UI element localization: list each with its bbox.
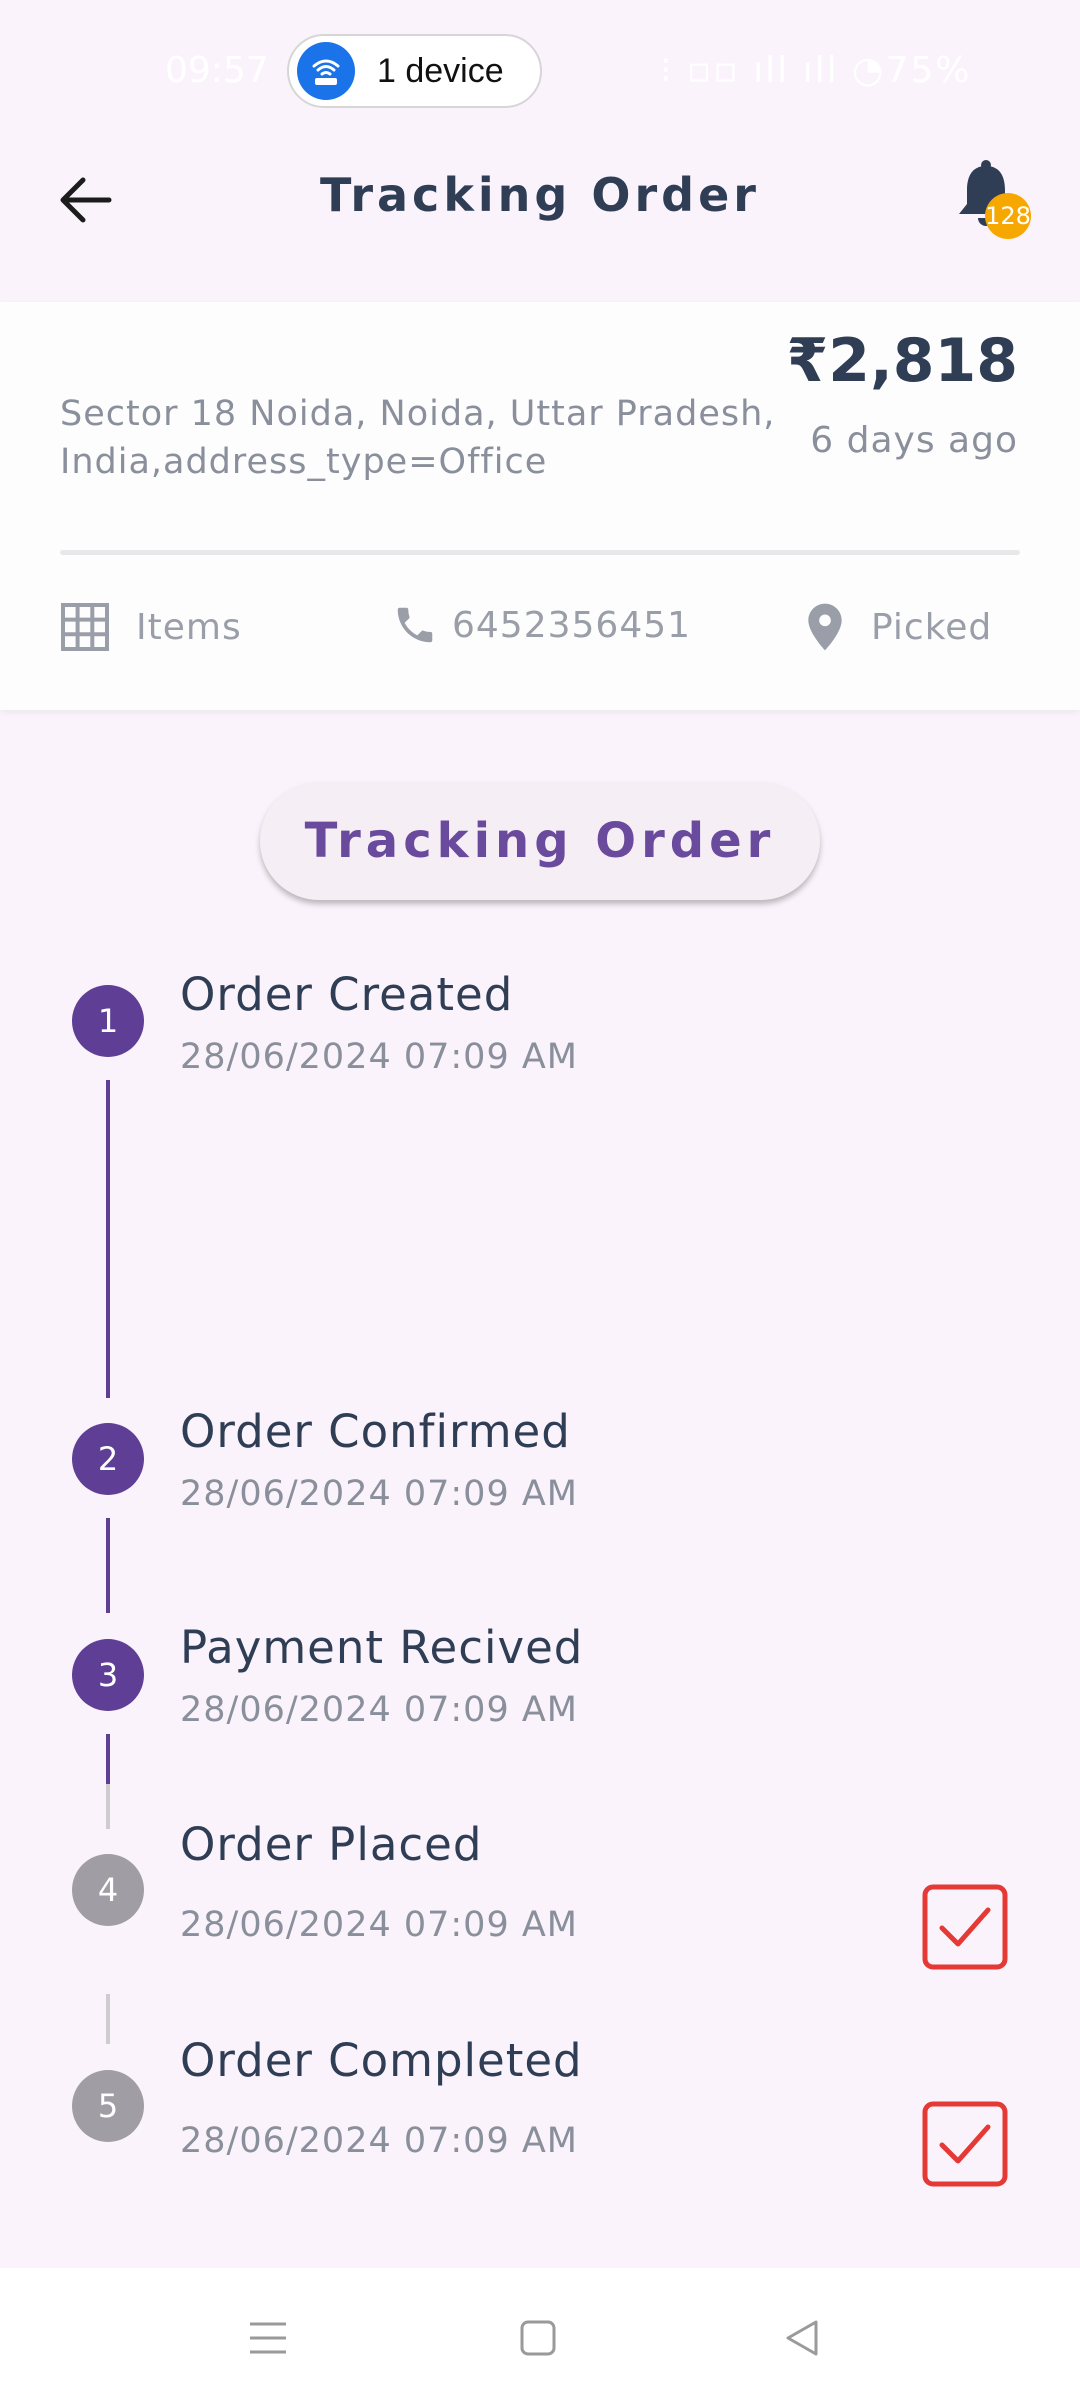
delivery-address: Sector 18 Noida, Noida, Uttar Pradesh, I… [60,394,776,482]
step-number-badge: 2 [72,1423,144,1495]
location-pin-icon [808,603,842,651]
device-pill-label: 1 device [377,51,504,90]
step-number-badge: 3 [72,1639,144,1711]
checkbox-checked-icon [922,1884,1008,1970]
timeline-connector [106,1734,110,1784]
checkbox-checked-icon [922,2101,1008,2187]
step-date: 28/06/2024 07:09 AM [180,1474,578,1514]
status-bar: 09:57 ⁝ ▫▫ ıll ıll ◔75% 1 device [0,0,1080,140]
status-indicators: ⁝ ▫▫ ıll ıll ◔75% [660,50,972,91]
step-checkbox[interactable] [922,1884,1008,1970]
back-nav-button[interactable] [772,2308,832,2368]
notification-count-badge: 128 [985,193,1031,239]
step-checkbox[interactable] [922,2101,1008,2187]
triangle-back-icon [786,2320,818,2356]
divider [60,550,1020,555]
timeline-connector [106,1080,110,1398]
page-title: Tracking Order [320,168,760,222]
menu-icon [250,2322,286,2354]
recent-apps-button[interactable] [238,2308,298,2368]
step-title: Order Completed [180,2034,583,2087]
step-date: 28/06/2024 07:09 AM [180,1690,578,1730]
timeline-connector [106,1994,110,2044]
phone-number: 6452356451 [452,604,692,646]
step-title: Order Created [180,968,514,1021]
wifi-router-icon [297,42,355,100]
order-total: ₹2,818 [786,326,1018,396]
order-summary-card: Sector 18 Noida, Noida, Uttar Pradesh, I… [0,302,1080,710]
home-button[interactable] [508,2308,568,2368]
step-date: 28/06/2024 07:09 AM [180,2121,578,2161]
order-status: Picked [805,602,992,652]
grid-icon [61,603,109,651]
items-label: Items [136,606,242,648]
step-title: Order Confirmed [180,1405,571,1458]
square-icon [520,2320,556,2356]
step-number-badge: 1 [72,985,144,1057]
tracking-order-button[interactable]: Tracking Order [260,782,820,900]
device-pill[interactable]: 1 device [287,34,542,108]
step-number-badge: 4 [72,1854,144,1926]
step-date: 28/06/2024 07:09 AM [180,1037,578,1077]
step-date: 28/06/2024 07:09 AM [180,1905,578,1945]
order-status-label: Picked [871,606,993,648]
system-nav-bar [0,2268,1080,2400]
timeline-connector [106,1784,110,1829]
timeline-connector [106,1518,110,1613]
step-title: Order Placed [180,1818,483,1871]
phone-link[interactable]: 6452356451 [392,602,691,648]
items-link[interactable]: Items [60,602,242,652]
phone-icon [397,607,433,643]
order-time-ago: 6 days ago [810,420,1018,461]
step-title: Payment Recived [180,1621,584,1674]
status-time: 09:57 [165,50,269,91]
step-number-badge: 5 [72,2070,144,2142]
